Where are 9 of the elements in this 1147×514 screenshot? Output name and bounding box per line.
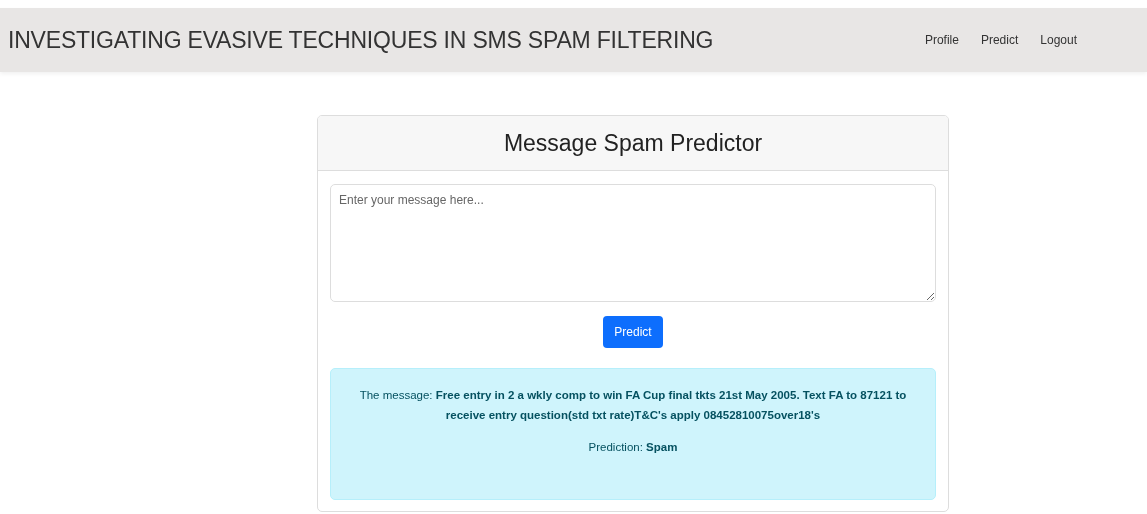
nav-link[interactable]: Predict [980, 33, 1019, 47]
prediction-text: Prediction: Spam [587, 440, 679, 456]
nav-link[interactable]: Profile [924, 33, 959, 47]
predict-button[interactable]: Predict [603, 316, 663, 348]
message-field[interactable]: Enter your message here... [330, 184, 936, 302]
card-title: Message Spam Predictor [503, 129, 763, 157]
site-title: INVESTIGATING EVASIVE TECHNIQUES IN SMS SPAM FILTERING [8, 26, 714, 54]
nav-link[interactable]: Logout [1040, 33, 1077, 47]
message-text: The message: Free entry in 2 a wkly comp to win FA Cup final tkts 21st May 2005. Text FA to 87121 to receive entry question(std txt rate)T&C's apply 08452810075over18's [358, 388, 908, 424]
